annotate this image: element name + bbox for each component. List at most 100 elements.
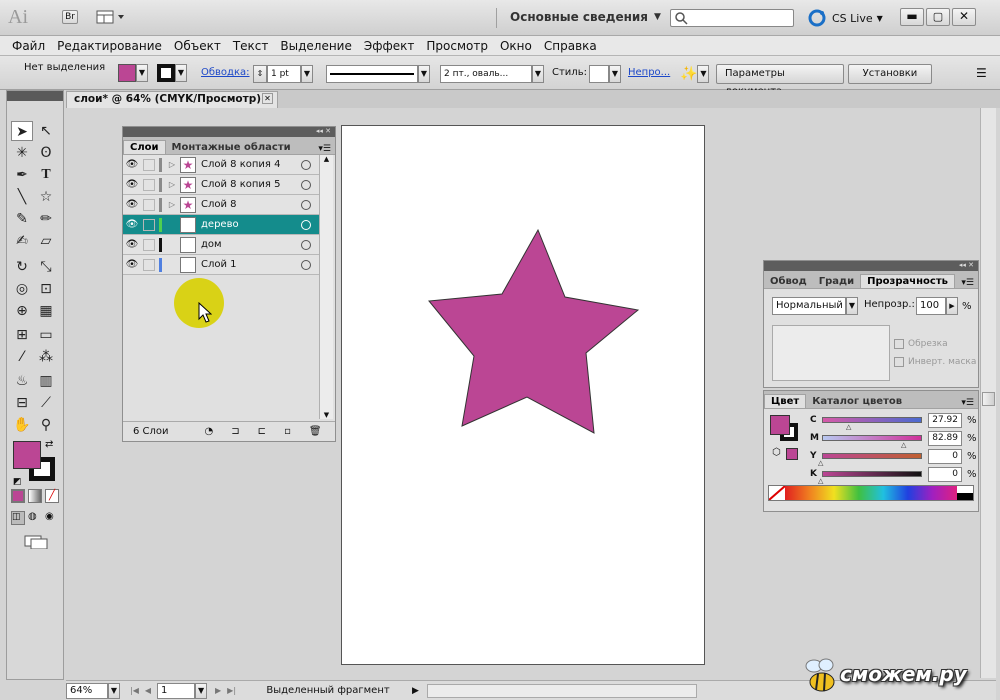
tab-artboards[interactable]: Монтажные области: [166, 141, 297, 154]
hand-tool-icon[interactable]: ✋: [11, 415, 33, 435]
lock-toggle[interactable]: [143, 158, 155, 171]
black-white-swatch[interactable]: [957, 486, 973, 500]
eye-icon[interactable]: 👁: [123, 219, 141, 230]
warp-tool-icon[interactable]: ◎: [11, 279, 33, 299]
variable-width-profile[interactable]: ▼: [326, 65, 430, 83]
stroke-weight-field[interactable]: ⇕ 1 pt ▼: [253, 65, 313, 83]
menu-type[interactable]: Текст: [233, 39, 269, 53]
tab-gradient[interactable]: Гради: [813, 275, 860, 288]
menu-file[interactable]: Файл: [12, 39, 45, 53]
zoom-select[interactable]: 64% ▼: [66, 682, 120, 699]
tab-color[interactable]: Цвет: [764, 394, 807, 408]
expand-arrow-icon[interactable]: ▷: [166, 160, 178, 169]
graphic-style-picker[interactable]: ▼: [589, 65, 621, 83]
layer-row[interactable]: 👁 ▷ ★ Слой 8: [123, 195, 319, 215]
lock-toggle[interactable]: [143, 198, 155, 211]
target-circle-icon[interactable]: [301, 179, 311, 190]
magic-wand-tool-icon[interactable]: ✳: [11, 143, 33, 163]
channel-slider[interactable]: △: [818, 471, 922, 485]
make-clipping-mask-icon[interactable]: ⊐: [231, 426, 239, 437]
star-tool-icon[interactable]: ☆: [35, 187, 57, 207]
line-tool-icon[interactable]: ╲: [11, 187, 33, 207]
arrange-documents-button[interactable]: [96, 9, 126, 25]
status-menu-icon[interactable]: ▶: [412, 686, 419, 696]
first-artboard-icon[interactable]: |◀: [130, 686, 139, 695]
eraser-tool-icon[interactable]: ▱: [35, 231, 57, 251]
channel-value[interactable]: 0: [928, 448, 962, 464]
restore-button[interactable]: ▢: [926, 8, 950, 26]
next-artboard-icon[interactable]: ▶: [215, 686, 221, 695]
blend-tool-icon[interactable]: ⁂: [35, 347, 57, 367]
draw-behind-icon[interactable]: ◍: [28, 511, 42, 525]
scroll-down-icon[interactable]: ▼: [320, 411, 333, 419]
scroll-up-icon[interactable]: ▲: [320, 155, 333, 163]
layer-row[interactable]: 👁 ▷ ★ Слой 8 копия 5: [123, 175, 319, 195]
column-graph-tool-icon[interactable]: ▥: [35, 371, 57, 391]
close-icon[interactable]: ✕: [262, 93, 273, 104]
menu-view[interactable]: Просмотр: [426, 39, 488, 53]
lasso-tool-icon[interactable]: ʘ: [35, 143, 57, 163]
draw-normal-icon[interactable]: ◫: [11, 511, 25, 525]
eye-icon[interactable]: 👁: [123, 159, 141, 170]
new-sublayer-icon[interactable]: ⊏: [258, 426, 266, 437]
layer-row[interactable]: 👁 Слой 1: [123, 255, 319, 275]
eye-icon[interactable]: 👁: [123, 239, 141, 250]
artboard-tool-icon[interactable]: ⊟: [11, 393, 33, 413]
target-circle-icon[interactable]: [301, 159, 311, 170]
expand-arrow-icon[interactable]: ▷: [166, 200, 178, 209]
tab-stroke[interactable]: Обвод: [764, 275, 813, 288]
channel-value[interactable]: 27.92: [928, 412, 962, 428]
none-mode-icon[interactable]: ╱: [45, 489, 59, 503]
collapse-icon[interactable]: ◂◂ ✕: [959, 261, 974, 269]
lock-toggle[interactable]: [143, 218, 155, 231]
out-of-web-swatch[interactable]: [786, 448, 798, 460]
workspace-switcher[interactable]: Основные сведения ▼: [510, 10, 661, 24]
panel-menu-icon[interactable]: ▾☰: [961, 398, 974, 408]
menu-edit[interactable]: Редактирование: [57, 39, 162, 53]
lock-toggle[interactable]: [143, 178, 155, 191]
panel-menu-icon[interactable]: ▾☰: [318, 144, 331, 154]
slider-handle-icon[interactable]: △: [818, 459, 823, 467]
pen-tool-icon[interactable]: ✒: [11, 165, 33, 185]
recolor-artwork-button[interactable]: ✨ ▼: [680, 65, 710, 83]
tab-layers[interactable]: Слои: [123, 140, 166, 154]
layer-row[interactable]: 👁 дом: [123, 235, 319, 255]
default-colors-icon[interactable]: ◩: [13, 477, 22, 487]
opacity-mask-thumbnail[interactable]: [772, 325, 890, 381]
gradient-tool-icon[interactable]: ▭: [35, 325, 57, 345]
invert-mask-checkbox[interactable]: Инверт. маска: [894, 357, 976, 367]
rotate-tool-icon[interactable]: ↻: [11, 257, 33, 277]
new-layer-icon[interactable]: ▫: [284, 426, 291, 437]
target-circle-icon[interactable]: [301, 259, 311, 270]
menu-window[interactable]: Окно: [500, 39, 532, 53]
artboard-number-select[interactable]: 1 ▼: [157, 682, 208, 699]
color-mode-icon[interactable]: [11, 489, 25, 503]
status-mode[interactable]: Выделенный фрагмент: [244, 685, 412, 696]
bridge-button[interactable]: Br: [62, 10, 78, 24]
lock-toggle[interactable]: [143, 258, 155, 271]
vertical-scrollbar[interactable]: [980, 108, 996, 678]
menu-help[interactable]: Справка: [544, 39, 597, 53]
slider-handle-icon[interactable]: △: [901, 441, 906, 449]
channel-slider[interactable]: △: [822, 435, 922, 449]
eye-icon[interactable]: 👁: [123, 199, 141, 210]
panel-menu-icon[interactable]: ▾☰: [961, 278, 974, 288]
menu-select[interactable]: Выделение: [280, 39, 351, 53]
none-color-icon[interactable]: [768, 485, 786, 501]
screen-mode-icon[interactable]: [23, 535, 51, 550]
cs-live-button[interactable]: CS Live ▼: [808, 9, 883, 27]
channel-value[interactable]: 82.89: [928, 430, 962, 446]
type-tool-icon[interactable]: T: [35, 165, 57, 185]
eye-icon[interactable]: 👁: [123, 259, 141, 270]
eye-icon[interactable]: 👁: [123, 179, 141, 190]
draw-inside-icon[interactable]: ◉: [45, 511, 59, 525]
layers-scrollbar[interactable]: ▲ ▼: [319, 155, 333, 419]
collapse-icon[interactable]: ◂◂ ✕: [316, 127, 331, 135]
locate-object-icon[interactable]: ◔: [205, 426, 214, 437]
fill-color-picker[interactable]: ▼: [118, 64, 148, 82]
minimize-button[interactable]: ▬: [900, 8, 924, 26]
channel-slider[interactable]: △: [818, 453, 922, 467]
search-input[interactable]: [670, 9, 794, 27]
menu-object[interactable]: Объект: [174, 39, 221, 53]
slice-tool-icon[interactable]: ⟋: [35, 393, 57, 413]
